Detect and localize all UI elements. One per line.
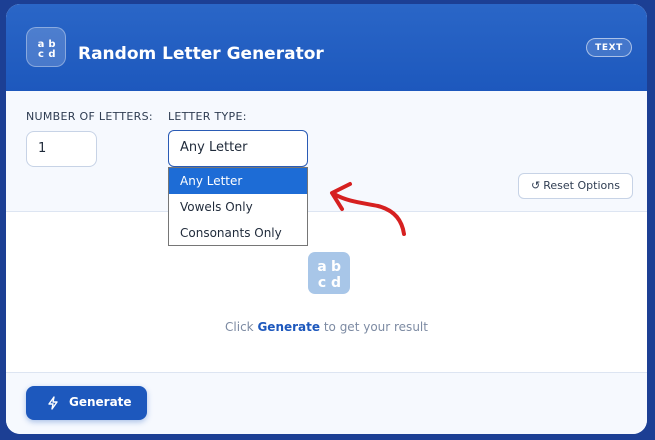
generate-button[interactable]: Generate — [26, 386, 147, 420]
hint-prefix: Click — [225, 320, 258, 334]
count-label: NUMBER OF LETTERS: — [26, 110, 153, 123]
logo: a b c d — [26, 27, 66, 67]
header: a b c d Random Letter Generator TEXT — [6, 4, 647, 91]
placeholder-letter-b: b — [331, 259, 341, 275]
letter-type-dropdown: Any Letter Vowels Only Consonants Only — [168, 167, 308, 246]
generate-label: Generate — [69, 395, 132, 409]
logo-letter-d: d — [48, 49, 55, 60]
footer: Generate — [6, 373, 647, 434]
lightning-icon — [48, 396, 58, 410]
letter-count-input[interactable]: 1 — [26, 131, 97, 167]
placeholder-letter-d: d — [331, 275, 341, 291]
hint-action: Generate — [257, 320, 321, 334]
reset-options-button[interactable]: ↺ Reset Options — [518, 173, 633, 199]
option-vowels-only[interactable]: Vowels Only — [169, 194, 307, 220]
placeholder-letter-a: a — [317, 259, 326, 275]
page-title: Random Letter Generator — [78, 44, 324, 64]
letter-type-select[interactable]: Any Letter — [168, 130, 308, 167]
type-label: LETTER TYPE: — [168, 110, 247, 123]
option-consonants-only[interactable]: Consonants Only — [169, 220, 307, 246]
abcd-letters-icon: a b c d — [317, 259, 341, 291]
result-placeholder: a b c d — [308, 252, 350, 294]
placeholder-letter-c: c — [318, 275, 326, 291]
hand-drawn-arrow-icon — [330, 182, 406, 236]
option-any-letter[interactable]: Any Letter — [169, 168, 307, 194]
reset-icon: ↺ — [531, 179, 541, 192]
logo-letter-c: c — [38, 49, 44, 60]
hint-suffix: to get your result — [320, 320, 428, 334]
reset-label: Reset Options — [543, 179, 620, 192]
type-badge: TEXT — [586, 38, 632, 57]
abcd-letters-icon: a b c d — [38, 39, 56, 60]
result-hint: Click Generate to get your result — [6, 320, 647, 334]
